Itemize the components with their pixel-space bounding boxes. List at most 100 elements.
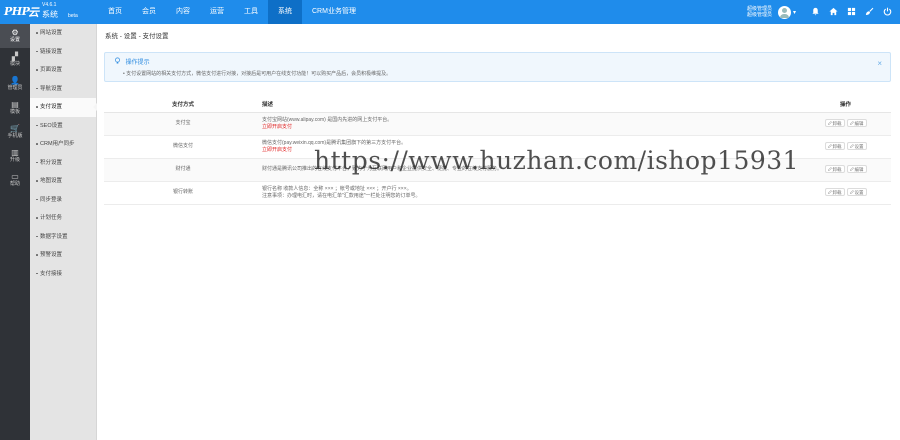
upgrade-icon: ▥ bbox=[11, 148, 19, 157]
submenu-item-0[interactable]: 网站设置 bbox=[30, 24, 96, 43]
notification-icon[interactable] bbox=[806, 7, 824, 18]
header-desc: 描述 bbox=[262, 96, 800, 113]
top-bar: PHP 云 V4.6.1 系统 beta 首页 会员 内容 运营 工具 系统 CRM业务管理… bbox=[0, 0, 900, 24]
avatar[interactable] bbox=[777, 5, 791, 19]
settings-icon bbox=[849, 144, 854, 149]
op-button-label: 设置 bbox=[854, 190, 864, 196]
logo-yun-text: 云 bbox=[28, 7, 39, 19]
submenu-item-10[interactable]: 计划任务 bbox=[30, 209, 96, 228]
settings-icon bbox=[849, 167, 854, 172]
settings-submenu: 网站设置 链接设置 页面设置 导航设置 支付设置 SEO设置 CRM用户同步 积分设置 地图设置… bbox=[30, 24, 97, 440]
op-button-0[interactable]: 卸载 bbox=[824, 119, 845, 128]
submenu-item-13[interactable]: 支付接接 bbox=[30, 265, 96, 284]
leftbar-item-label: 升级 bbox=[9, 157, 20, 163]
edit-icon bbox=[827, 167, 832, 172]
apps-icon[interactable] bbox=[842, 7, 860, 18]
logo-php-text: PHP bbox=[4, 5, 30, 18]
op-button-0[interactable]: 卸载 bbox=[824, 165, 845, 174]
mobile-icon: 🛒 bbox=[10, 124, 20, 133]
template-icon: ▤ bbox=[11, 100, 19, 109]
payment-name: 银行转账 bbox=[104, 181, 262, 205]
admin-icon: 👤 bbox=[10, 76, 20, 85]
left-icon-bar: ⚙ 设置 ▞ 模块 👤 管理员 ▤ 模板 🛒 手机版 ▥ 升级 ▭ 帮助 bbox=[0, 24, 30, 440]
leftbar-item-5[interactable]: ▥ 升级 bbox=[0, 144, 30, 168]
admin-names[interactable]: 超级管理员 超级管理员 bbox=[747, 6, 772, 18]
op-button-label: 编辑 bbox=[854, 167, 864, 173]
table-header-row: 支付方式 描述 操作 bbox=[104, 96, 891, 113]
op-button-label: 卸载 bbox=[832, 190, 842, 196]
beta-label: beta bbox=[68, 13, 78, 19]
topnav-item-2[interactable]: 内容 bbox=[166, 0, 200, 24]
submenu-item-4[interactable]: 支付设置 bbox=[30, 98, 97, 117]
main-content: 系统 - 设置 - 支付设置 操作提示 • 支付设置网站的相关支付方式，微信支付… bbox=[97, 24, 900, 440]
chevron-down-icon[interactable]: ▾ bbox=[793, 9, 796, 16]
topnav-item-3[interactable]: 运营 bbox=[200, 0, 234, 24]
payment-desc: 银行名称 收款人信息：全称 ××× ；帐号或地址 ××× ；开户行 ×××。 注意… bbox=[262, 181, 800, 205]
op-button-1[interactable]: 设置 bbox=[846, 188, 867, 197]
power-icon[interactable] bbox=[878, 7, 896, 18]
payment-name: 支付宝 bbox=[104, 112, 262, 136]
home-icon[interactable] bbox=[824, 7, 842, 18]
enable-payment-link[interactable]: 立即开启支付 bbox=[262, 124, 800, 131]
topnav-item-6[interactable]: CRM业务管理 bbox=[302, 0, 366, 24]
app-logo[interactable]: PHP 云 V4.6.1 系统 beta bbox=[4, 2, 100, 22]
payment-name: 财付通 bbox=[104, 158, 262, 182]
lightbulb-icon bbox=[114, 57, 123, 66]
payment-ops: 卸载 编辑 bbox=[800, 112, 891, 136]
leftbar-item-6[interactable]: ▭ 帮助 bbox=[0, 168, 30, 192]
modules-icon: ▞ bbox=[11, 52, 19, 61]
leftbar-item-label: 模块 bbox=[9, 61, 20, 67]
version-label: V4.6.1 bbox=[42, 2, 57, 8]
op-button-label: 卸载 bbox=[832, 121, 842, 127]
leftbar-item-1[interactable]: ▞ 模块 bbox=[0, 48, 30, 72]
edit-icon bbox=[827, 190, 832, 195]
enable-payment-link[interactable]: 立即开启支付 bbox=[262, 147, 800, 154]
leftbar-item-label: 管理员 bbox=[7, 85, 23, 91]
table-row: 支付宝 支付宝网站(www.alipay.com) 是国内先进的网上支付平台。 立即… bbox=[104, 112, 891, 136]
submenu-item-11[interactable]: 数据字设置 bbox=[30, 228, 96, 247]
payment-desc: 财付通是腾讯公司推出的在线支付平台，致力于为互联网用户和企业提供安全、便捷、专业… bbox=[262, 158, 800, 182]
submenu-item-3[interactable]: 导航设置 bbox=[30, 80, 96, 99]
gear-icon: ⚙ bbox=[11, 28, 19, 37]
table-row: 银行转账 银行名称 收款人信息：全称 ××× ；帐号或地址 ××× ；开户行 ××… bbox=[104, 181, 891, 205]
op-button-label: 卸载 bbox=[832, 144, 842, 150]
admin-role-line: 超级管理员 bbox=[746, 12, 772, 18]
leftbar-item-2[interactable]: 👤 管理员 bbox=[0, 72, 30, 96]
leftbar-item-4[interactable]: 🛒 手机版 bbox=[0, 120, 30, 144]
leftbar-item-label: 帮助 bbox=[9, 181, 20, 187]
submenu-item-5[interactable]: SEO设置 bbox=[30, 117, 96, 136]
payment-ops: 卸载 编辑 bbox=[800, 158, 891, 182]
submenu-item-7[interactable]: 积分设置 bbox=[30, 154, 96, 173]
tips-panel: 操作提示 • 支付设置网站的相关支付方式，微信支付进行对接，对接后是可用户在线支… bbox=[104, 52, 891, 82]
op-button-1[interactable]: 编辑 bbox=[846, 165, 867, 174]
tips-text: • 支付设置网站的相关支付方式，微信支付进行对接，对接后是可用户在线支付功能！可… bbox=[123, 71, 392, 77]
submenu-item-8[interactable]: 地图设置 bbox=[30, 172, 96, 191]
edit-icon bbox=[827, 144, 832, 149]
table-row: 财付通 财付通是腾讯公司推出的在线支付平台，致力于为互联网用户和企业提供安全、便捷… bbox=[104, 158, 891, 182]
payment-table: 支付方式 描述 操作 支付宝 支付宝网站(www.alipay.com) 是国内先… bbox=[104, 96, 891, 205]
submenu-item-9[interactable]: 同步登录 bbox=[30, 191, 96, 210]
submenu-item-12[interactable]: 预警设置 bbox=[30, 246, 96, 265]
topnav-item-1[interactable]: 会员 bbox=[132, 0, 166, 24]
system-name: 系统 bbox=[42, 10, 58, 19]
topnav-item-0[interactable]: 首页 bbox=[98, 0, 132, 24]
clean-icon[interactable] bbox=[860, 7, 878, 18]
tips-title-text: 操作提示 bbox=[125, 60, 150, 66]
topnav-item-5[interactable]: 系统 bbox=[268, 0, 302, 24]
submenu-item-6[interactable]: CRM用户同步 bbox=[30, 135, 96, 154]
leftbar-item-3[interactable]: ▤ 模板 bbox=[0, 96, 30, 120]
edit-icon bbox=[827, 121, 832, 126]
leftbar-item-0[interactable]: ⚙ 设置 bbox=[0, 24, 30, 48]
payment-desc: 微信支付(pay.weixin.qq.com)是腾讯集团旗下的第三方支付平台。立… bbox=[262, 135, 800, 159]
submenu-item-1[interactable]: 链接设置 bbox=[30, 43, 96, 62]
leftbar-item-label: 手机版 bbox=[7, 133, 23, 139]
op-button-0[interactable]: 卸载 bbox=[824, 188, 845, 197]
op-button-1[interactable]: 编辑 bbox=[846, 119, 867, 128]
table-row: 微信支付 微信支付(pay.weixin.qq.com)是腾讯集团旗下的第三方支付… bbox=[104, 135, 891, 159]
op-button-0[interactable]: 卸载 bbox=[824, 142, 845, 151]
topnav-item-4[interactable]: 工具 bbox=[234, 0, 268, 24]
header-name: 支付方式 bbox=[104, 96, 262, 113]
close-icon[interactable]: × bbox=[877, 59, 882, 68]
op-button-1[interactable]: 设置 bbox=[846, 142, 867, 151]
submenu-item-2[interactable]: 页面设置 bbox=[30, 61, 96, 80]
